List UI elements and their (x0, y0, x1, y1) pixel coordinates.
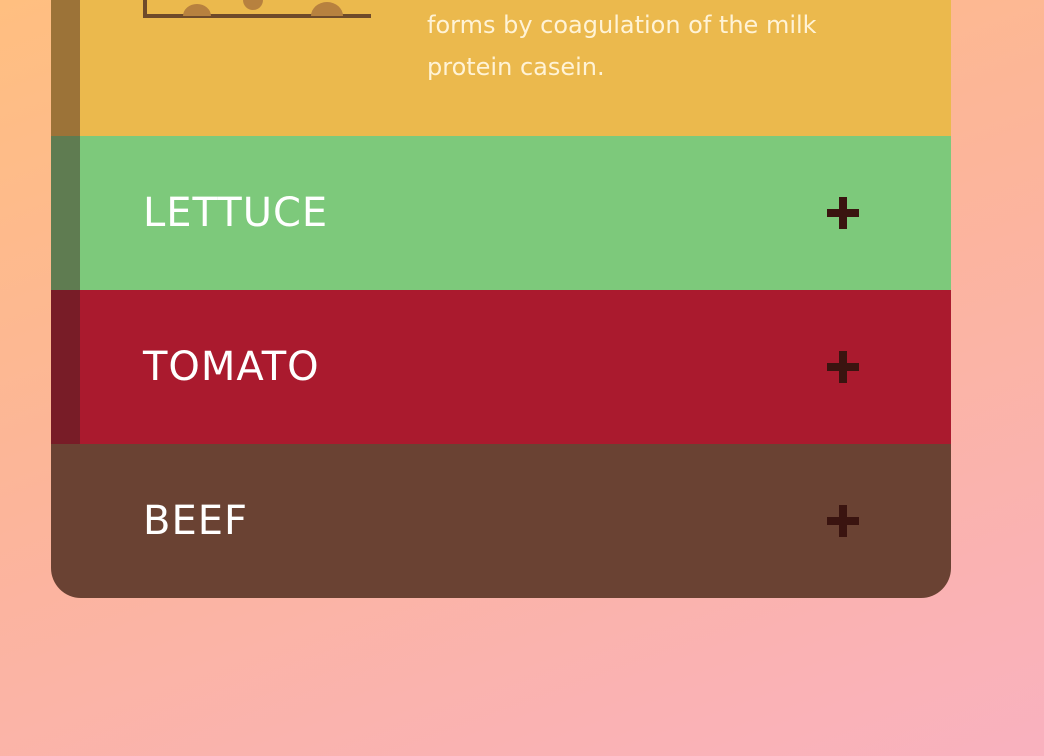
plus-icon[interactable] (827, 351, 859, 383)
accordion-item-tomato[interactable]: TOMATO (51, 290, 951, 444)
cheese-panel: forms by coagulation of the milk protein… (51, 0, 951, 136)
accordion-label-tomato: TOMATO (143, 344, 320, 390)
accordion-label-lettuce: LETTUCE (143, 190, 329, 236)
ingredient-accordion: forms by coagulation of the milk protein… (51, 0, 951, 598)
cheese-description: forms by coagulation of the milk protein… (427, 11, 817, 81)
accordion-item-lettuce[interactable]: LETTUCE (51, 136, 951, 290)
plus-icon[interactable] (827, 197, 859, 229)
cheese-icon (143, 0, 371, 18)
side-strip (51, 0, 80, 444)
plus-icon[interactable] (827, 505, 859, 537)
accordion-label-beef: BEEF (143, 498, 248, 544)
accordion-item-beef[interactable]: BEEF (51, 444, 951, 598)
